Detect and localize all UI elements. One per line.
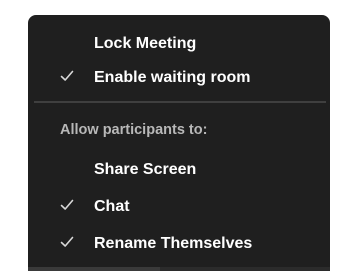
menu-item-lock-meeting[interactable]: Lock Meeting [28, 27, 330, 61]
menu-divider [34, 101, 326, 103]
menu-item-label: Rename Themselves [94, 235, 253, 252]
check-icon [60, 236, 74, 247]
menu-item-label: Share Screen [94, 161, 197, 178]
toolbar-edge-highlight [28, 267, 160, 271]
menu-item-chat[interactable]: Chat [28, 190, 330, 224]
menu-item-label: Enable waiting room [94, 69, 251, 86]
check-icon [60, 70, 74, 81]
menu-item-enable-waiting-room[interactable]: Enable waiting room [28, 61, 330, 95]
section-header-allow-participants: Allow participants to: [60, 122, 208, 138]
toolbar-edge [28, 267, 330, 271]
check-icon [60, 199, 74, 210]
participants-security-menu: Lock Meeting Enable waiting room Allow p… [28, 15, 330, 271]
menu-item-label: Lock Meeting [94, 35, 197, 52]
stage: Lock Meeting Enable waiting room Allow p… [0, 0, 349, 271]
menu-item-share-screen[interactable]: Share Screen [28, 153, 330, 187]
menu-item-label: Chat [94, 198, 130, 215]
menu-item-rename-themselves[interactable]: Rename Themselves [28, 227, 330, 261]
